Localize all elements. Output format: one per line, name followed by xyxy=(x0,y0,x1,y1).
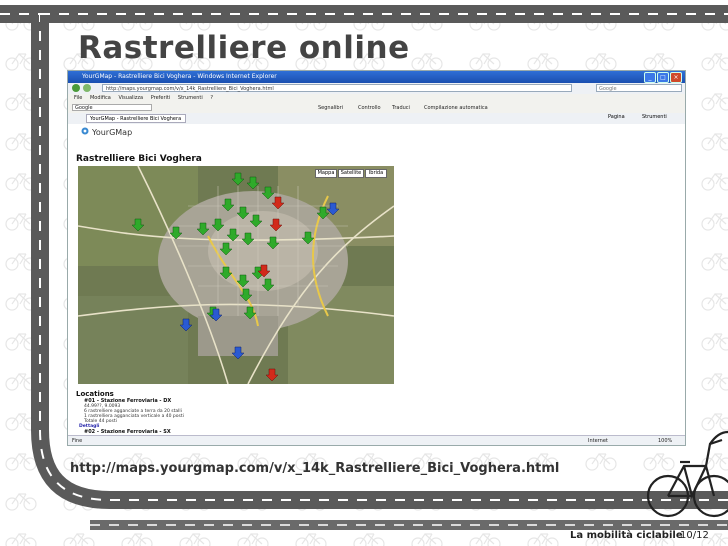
satellite-map[interactable]: Mappa Satellite Ibrida xyxy=(78,166,394,384)
yourgmap-logo: YourGMap xyxy=(81,127,133,137)
tab-yourgmap[interactable]: YourGMap - Rastrelliere Bici Voghera xyxy=(86,114,186,123)
page-content: YourGMap Rastrelliere Bici Voghera Mappa… xyxy=(68,124,685,435)
status-bar: Fine Internet 100% xyxy=(68,435,685,445)
browser-screenshot: YourGMap - Rastrelliere Bici Voghera - W… xyxy=(67,70,686,446)
caption-url[interactable]: http://maps.yourgmap.com/v/x_14k_Rastrel… xyxy=(70,461,559,476)
window-title: YourGMap - Rastrelliere Bici Voghera - W… xyxy=(82,73,277,80)
window-titlebar: YourGMap - Rastrelliere Bici Voghera - W… xyxy=(68,71,685,83)
forward-icon[interactable] xyxy=(83,84,91,92)
locations-heading: Locations xyxy=(76,390,114,398)
page-number: 10/12 xyxy=(680,530,709,541)
slide-title: Rastrelliere online xyxy=(78,30,410,66)
toolbar-bookmarks[interactable]: Segnalibri xyxy=(318,103,343,113)
map-markers xyxy=(131,172,340,382)
toolbar-search-input[interactable]: Google xyxy=(72,104,152,111)
zoom-level[interactable]: 100% xyxy=(658,436,672,445)
tab-tool-page[interactable]: Pagina xyxy=(608,114,625,120)
url-input[interactable]: http://maps.yourgmap.com/v/x_14k_Rastrel… xyxy=(102,84,572,92)
toolbar-check[interactable]: Controllo xyxy=(358,103,381,113)
menu-preferiti[interactable]: Preferiti xyxy=(151,95,171,101)
maximize-button[interactable]: □ xyxy=(657,72,669,83)
security-zone: Internet xyxy=(588,438,608,444)
minimize-button[interactable]: _ xyxy=(644,72,656,83)
menu-help[interactable]: ? xyxy=(210,95,213,101)
menu-bar: File Modifica Visualizza Preferiti Strum… xyxy=(68,94,685,103)
menu-strumenti[interactable]: Strumenti xyxy=(178,95,203,101)
page-heading: Rastrelliere Bici Voghera xyxy=(76,154,202,164)
logo-text: YourGMap xyxy=(92,128,133,137)
toolbar-autofill[interactable]: Compilazione automatica xyxy=(424,103,488,113)
map-pin-icon xyxy=(81,127,89,135)
status-text: Fine xyxy=(72,438,83,444)
menu-visualizza[interactable]: Visualizza xyxy=(118,95,143,101)
browser-search-input[interactable]: Google xyxy=(596,84,682,92)
close-button[interactable]: × xyxy=(670,72,682,83)
menu-file[interactable]: File xyxy=(74,95,82,101)
back-icon[interactable] xyxy=(72,84,80,92)
toolbar-translate[interactable]: Traduci xyxy=(392,103,410,113)
tab-tool-tools[interactable]: Strumenti xyxy=(642,114,667,120)
footer-label: La mobilità ciclabile xyxy=(570,530,683,541)
menu-modifica[interactable]: Modifica xyxy=(90,95,111,101)
locations-list: Locations #01 - Stazione Ferroviaria - D… xyxy=(76,390,184,435)
